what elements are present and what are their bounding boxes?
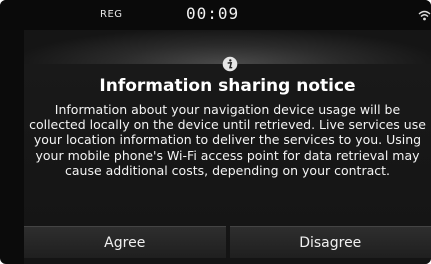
dialog-title: Information sharing notice [99,76,356,96]
status-bar: REG 00:09 [0,0,431,30]
dialog-button-row: Agree Disagree [24,226,431,258]
info-icon [222,56,238,72]
wifi-icon [418,10,431,21]
disagree-button[interactable]: Disagree [229,226,431,258]
region-label: REG [100,9,123,20]
agree-button[interactable]: Agree [24,226,226,258]
dialog-message: Information about your navigation device… [29,102,426,178]
clock-time: 00:09 [186,4,240,23]
device-screen: REG 00:09 Information sharing notice Inf… [0,0,431,264]
